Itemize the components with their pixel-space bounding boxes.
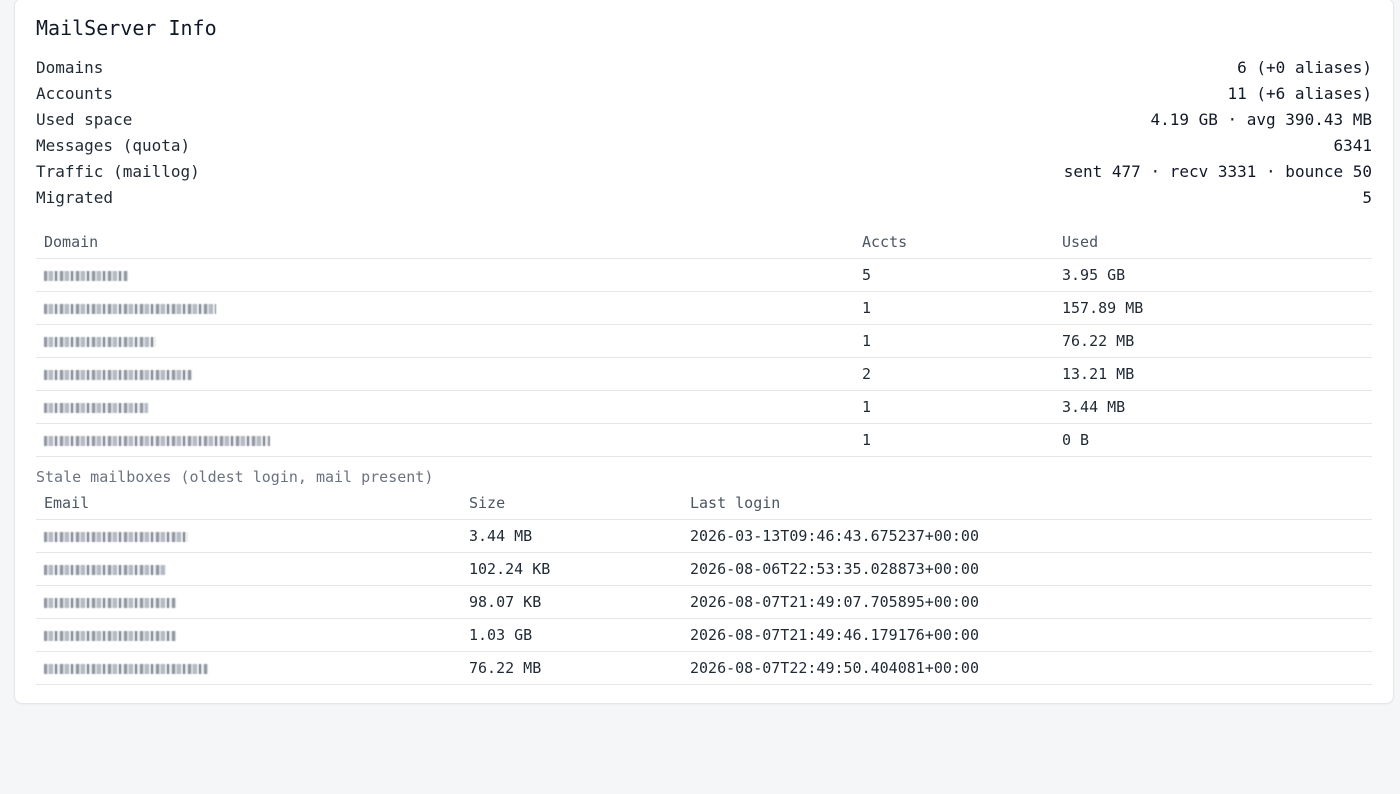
stat-row-traffic: Traffic (maillog) sent 477 · recv 3331 ·… — [36, 159, 1372, 185]
used-cell: 3.44 MB — [1054, 390, 1372, 424]
stat-value: 5 — [1362, 188, 1372, 207]
redacted-text — [44, 270, 128, 281]
table-row: 2 13.21 MB — [36, 357, 1372, 391]
redacted-text — [44, 369, 192, 380]
domain-cell-redacted — [36, 423, 854, 457]
column-header-domain: Domain — [36, 227, 854, 259]
email-cell-redacted — [36, 585, 461, 619]
used-cell: 76.22 MB — [1054, 324, 1372, 358]
column-header-used: Used — [1054, 227, 1372, 259]
domain-cell-redacted — [36, 357, 854, 391]
domain-cell-redacted — [36, 291, 854, 325]
column-header-email: Email — [36, 488, 461, 520]
used-cell: 3.95 GB — [1054, 258, 1372, 292]
stat-row-used-space: Used space 4.19 GB · avg 390.43 MB — [36, 107, 1372, 133]
stale-mailboxes-table: Email Size Last login 3.44 MB 2026-03-13… — [36, 488, 1372, 685]
stat-value: 11 (+6 aliases) — [1227, 84, 1373, 103]
redacted-text — [44, 531, 188, 542]
redacted-text — [44, 597, 176, 608]
stat-value: sent 477 · recv 3331 · bounce 50 — [1063, 162, 1372, 181]
stat-value: 6341 — [1333, 136, 1372, 155]
table-row: 1.03 GB 2026-08-07T21:49:46.179176+00:00 — [36, 618, 1372, 652]
stat-row-domains: Domains 6 (+0 aliases) — [36, 55, 1372, 81]
table-row: 1 157.89 MB — [36, 291, 1372, 325]
used-cell: 0 B — [1054, 423, 1372, 457]
redacted-text — [44, 630, 176, 641]
table-row: 98.07 KB 2026-08-07T21:49:07.705895+00:0… — [36, 585, 1372, 619]
used-cell: 157.89 MB — [1054, 291, 1372, 325]
stat-value: 6 (+0 aliases) — [1237, 58, 1372, 77]
stat-value: 4.19 GB · avg 390.43 MB — [1150, 110, 1372, 129]
table-row: 76.22 MB 2026-08-07T22:49:50.404081+00:0… — [36, 651, 1372, 685]
redacted-text — [44, 402, 148, 413]
stat-label: Messages (quota) — [36, 136, 191, 155]
redacted-text — [44, 336, 156, 347]
stat-label: Migrated — [36, 188, 114, 207]
size-cell: 1.03 GB — [461, 618, 682, 652]
redacted-text — [44, 303, 216, 314]
stat-row-migrated: Migrated 5 — [36, 185, 1372, 211]
stats-list: Domains 6 (+0 aliases) Accounts 11 (+6 a… — [36, 55, 1372, 211]
column-header-last-login: Last login — [682, 488, 1372, 520]
table-header-row: Email Size Last login — [36, 488, 1372, 520]
table-row: 5 3.95 GB — [36, 258, 1372, 292]
domains-table: Domain Accts Used 5 3.95 GB 1 157.89 MB … — [36, 227, 1372, 457]
accts-cell: 1 — [854, 390, 1054, 424]
redacted-text — [44, 435, 270, 446]
stat-label: Traffic (maillog) — [36, 162, 200, 181]
accts-cell: 5 — [854, 258, 1054, 292]
last-login-cell: 2026-08-07T21:49:46.179176+00:00 — [682, 618, 1372, 652]
redacted-text — [44, 564, 166, 575]
last-login-cell: 2026-08-07T22:49:50.404081+00:00 — [682, 651, 1372, 685]
stat-label: Domains — [36, 58, 104, 77]
used-cell: 13.21 MB — [1054, 357, 1372, 391]
size-cell: 76.22 MB — [461, 651, 682, 685]
stale-mailboxes-caption: Stale mailboxes (oldest login, mail pres… — [36, 468, 434, 486]
table-row: 102.24 KB 2026-08-06T22:53:35.028873+00:… — [36, 552, 1372, 586]
table-row: 3.44 MB 2026-03-13T09:46:43.675237+00:00 — [36, 519, 1372, 553]
email-cell-redacted — [36, 552, 461, 586]
last-login-cell: 2026-08-06T22:53:35.028873+00:00 — [682, 552, 1372, 586]
mailserver-info-card: MailServer Info Domains 6 (+0 aliases) A… — [14, 0, 1394, 704]
email-cell-redacted — [36, 618, 461, 652]
accts-cell: 2 — [854, 357, 1054, 391]
domain-cell-redacted — [36, 258, 854, 292]
last-login-cell: 2026-03-13T09:46:43.675237+00:00 — [682, 519, 1372, 553]
domain-cell-redacted — [36, 390, 854, 424]
table-header-row: Domain Accts Used — [36, 227, 1372, 259]
table-row: 1 0 B — [36, 423, 1372, 457]
column-header-accts: Accts — [854, 227, 1054, 259]
size-cell: 102.24 KB — [461, 552, 682, 586]
stat-label: Accounts — [36, 84, 114, 103]
accts-cell: 1 — [854, 324, 1054, 358]
domain-cell-redacted — [36, 324, 854, 358]
card-title: MailServer Info — [36, 16, 217, 40]
column-header-size: Size — [461, 488, 682, 520]
table-row: 1 76.22 MB — [36, 324, 1372, 358]
stat-row-messages: Messages (quota) 6341 — [36, 133, 1372, 159]
stat-row-accounts: Accounts 11 (+6 aliases) — [36, 81, 1372, 107]
email-cell-redacted — [36, 519, 461, 553]
accts-cell: 1 — [854, 423, 1054, 457]
last-login-cell: 2026-08-07T21:49:07.705895+00:00 — [682, 585, 1372, 619]
stat-label: Used space — [36, 110, 133, 129]
table-row: 1 3.44 MB — [36, 390, 1372, 424]
redacted-text — [44, 663, 208, 674]
accts-cell: 1 — [854, 291, 1054, 325]
size-cell: 3.44 MB — [461, 519, 682, 553]
size-cell: 98.07 KB — [461, 585, 682, 619]
email-cell-redacted — [36, 651, 461, 685]
